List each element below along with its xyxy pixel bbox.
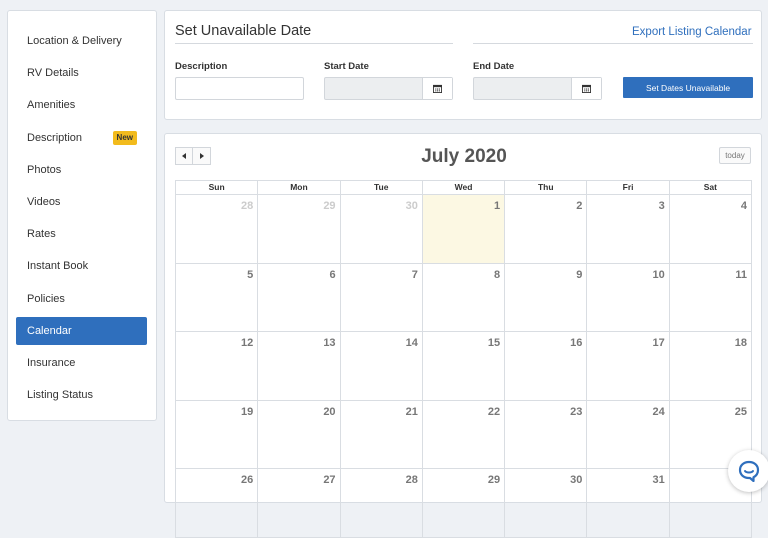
calendar-day-cell[interactable]: 22	[422, 400, 506, 469]
calendar-week-row: 2627282930311	[176, 469, 752, 538]
calendar-day-cell[interactable]: 21	[340, 400, 423, 469]
calendar-day-cell[interactable]: 23	[505, 400, 588, 469]
calendar-day-cell[interactable]: 18	[669, 332, 752, 401]
end-date-input[interactable]	[474, 78, 571, 99]
sidebar-item-label: RV Details	[27, 67, 79, 80]
chat-button[interactable]	[728, 450, 768, 492]
calendar-week-row: 5 6 7 8 9 10 11	[176, 263, 752, 332]
calendar-day-cell[interactable]: 5	[176, 263, 259, 332]
sidebar-item-photos[interactable]: Photos	[16, 156, 147, 184]
calendar-day-cell[interactable]: 10	[587, 263, 670, 332]
sidebar-item-label: Calendar	[27, 324, 72, 337]
calendar-day-cell[interactable]: 27	[258, 469, 341, 538]
calendar-week-row: 28 29 30 1 2 3 4	[176, 195, 752, 264]
title-divider	[473, 43, 753, 44]
description-label: Description	[175, 61, 228, 72]
sidebar-item-label: Policies	[27, 292, 65, 305]
export-calendar-link[interactable]: Export Listing Calendar	[632, 26, 752, 38]
weekday-header: Thu	[505, 181, 588, 195]
calendar-weeks: 28 29 30 1 2 3 4 5 6 7 8 9 10 11 12 13 14 15 16 17 18 19 20 21 2…	[176, 195, 752, 538]
sidebar-item-amenities[interactable]: Amenities	[16, 91, 147, 119]
weekday-header: Mon	[258, 181, 341, 195]
calendar-day-cell[interactable]: 26	[176, 469, 259, 538]
sidebar-item-label: Rates	[27, 228, 56, 241]
sidebar-item-listing-status[interactable]: Listing Status	[16, 381, 147, 409]
calendar-day-cell[interactable]: 20	[258, 400, 341, 469]
weekday-header-row: Sun Mon Tue Wed Thu Fri Sat	[176, 181, 752, 195]
calendar-day-cell[interactable]: 28	[176, 195, 259, 264]
sidebar-item-calendar[interactable]: Calendar	[16, 316, 147, 345]
sidebar-item-rv-details[interactable]: RV Details	[16, 59, 147, 87]
calendar-day-cell[interactable]: 29	[258, 195, 341, 264]
sidebar-item-label: Instant Book	[27, 260, 89, 273]
sidebar-item-rates[interactable]: Rates	[16, 220, 147, 248]
description-input[interactable]	[175, 77, 304, 100]
calendar-day-cell[interactable]: 28	[340, 469, 423, 538]
calendar-day-cell[interactable]: 29	[422, 469, 506, 538]
sidebar-item-insurance[interactable]: Insurance	[16, 349, 147, 377]
calendar-grid: Sun Mon Tue Wed Thu Fri Sat 28 29 30 1 2 3 4 5 6…	[175, 180, 752, 538]
form-title: Set Unavailable Date	[175, 23, 312, 39]
sidebar-item-policies[interactable]: Policies	[16, 285, 147, 313]
new-badge: New	[112, 130, 137, 145]
calendar-day-cell[interactable]: 30	[340, 195, 423, 264]
sidebar-item-label: Location & Delivery	[27, 35, 122, 47]
calendar-day-cell[interactable]: 11	[669, 263, 752, 332]
sidebar-item-instant-book[interactable]: Instant Book	[16, 252, 147, 280]
calendar-day-cell[interactable]: 4	[669, 195, 752, 264]
today-button[interactable]: today	[719, 147, 751, 164]
calendar-day-cell[interactable]: 19	[176, 400, 259, 469]
sidebar-item-location-delivery[interactable]: Location & Delivery	[16, 27, 147, 55]
sidebar-item-label: Photos	[27, 163, 62, 176]
sidebar-menu: Location & Delivery RV Details Amenities…	[16, 27, 147, 413]
title-divider	[175, 43, 453, 44]
start-date-field[interactable]	[324, 77, 453, 100]
end-date-calendar-button[interactable]	[571, 78, 601, 99]
calendar-day-cell[interactable]: 24	[587, 400, 670, 469]
calendar-day-cell[interactable]: 3	[587, 195, 670, 264]
calendar-panel: July 2020 today Sun Mon Tue Wed Thu Fri …	[164, 133, 762, 538]
sidebar-item-label: Amenities	[27, 99, 76, 112]
sidebar-item-description[interactable]: Description New	[16, 124, 147, 152]
chat-icon	[738, 460, 760, 482]
calendar-day-cell[interactable]: 15	[422, 332, 506, 401]
start-date-label: Start Date	[324, 61, 369, 72]
end-date-label: End Date	[473, 61, 515, 72]
weekday-header: Sun	[176, 181, 259, 195]
end-date-field[interactable]	[473, 77, 602, 100]
sidebar-item-label: Description	[27, 131, 83, 144]
calendar-day-cell[interactable]: 7	[340, 263, 423, 332]
calendar-day-cell[interactable]: 12	[176, 332, 259, 401]
calendar-day-cell[interactable]: 17	[587, 332, 670, 401]
calendar-day-cell-today[interactable]: 1	[422, 195, 506, 264]
start-date-calendar-button[interactable]	[422, 78, 452, 99]
calendar-day-cell[interactable]: 9	[505, 263, 588, 332]
calendar-month-title: July 2020	[421, 146, 507, 167]
calendar-icon	[433, 84, 442, 93]
calendar-day-cell[interactable]: 8	[422, 263, 506, 332]
sidebar-item-label: Videos	[27, 195, 61, 208]
calendar-day-cell[interactable]: 30	[505, 469, 588, 538]
weekday-header: Fri	[587, 181, 670, 195]
start-date-input[interactable]	[325, 78, 422, 99]
calendar-icon	[582, 84, 591, 93]
calendar-week-row: 19 20 21 22 23 24 25	[176, 400, 752, 469]
weekday-header: Tue	[340, 181, 423, 195]
listing-sidebar: Location & Delivery RV Details Amenities…	[7, 10, 157, 421]
calendar-day-cell[interactable]: 2	[505, 195, 588, 264]
weekday-header: Wed	[422, 181, 506, 195]
calendar-day-cell[interactable]: 6	[258, 263, 341, 332]
set-dates-unavailable-button[interactable]: Set Dates Unavailable	[623, 77, 753, 98]
sidebar-item-label: Listing Status	[27, 389, 94, 402]
sidebar-item-label: Insurance	[27, 356, 76, 369]
calendar-day-cell[interactable]: 14	[340, 332, 423, 401]
calendar-day-cell[interactable]: 16	[505, 332, 588, 401]
calendar-week-row: 12 13 14 15 16 17 18	[176, 332, 752, 401]
unavailable-date-form: Set Unavailable Date Export Listing Cale…	[164, 10, 762, 120]
weekday-header: Sat	[669, 181, 752, 195]
calendar-day-cell[interactable]: 13	[258, 332, 341, 401]
sidebar-item-videos[interactable]: Videos	[16, 188, 147, 216]
calendar-day-cell[interactable]: 31	[587, 469, 670, 538]
